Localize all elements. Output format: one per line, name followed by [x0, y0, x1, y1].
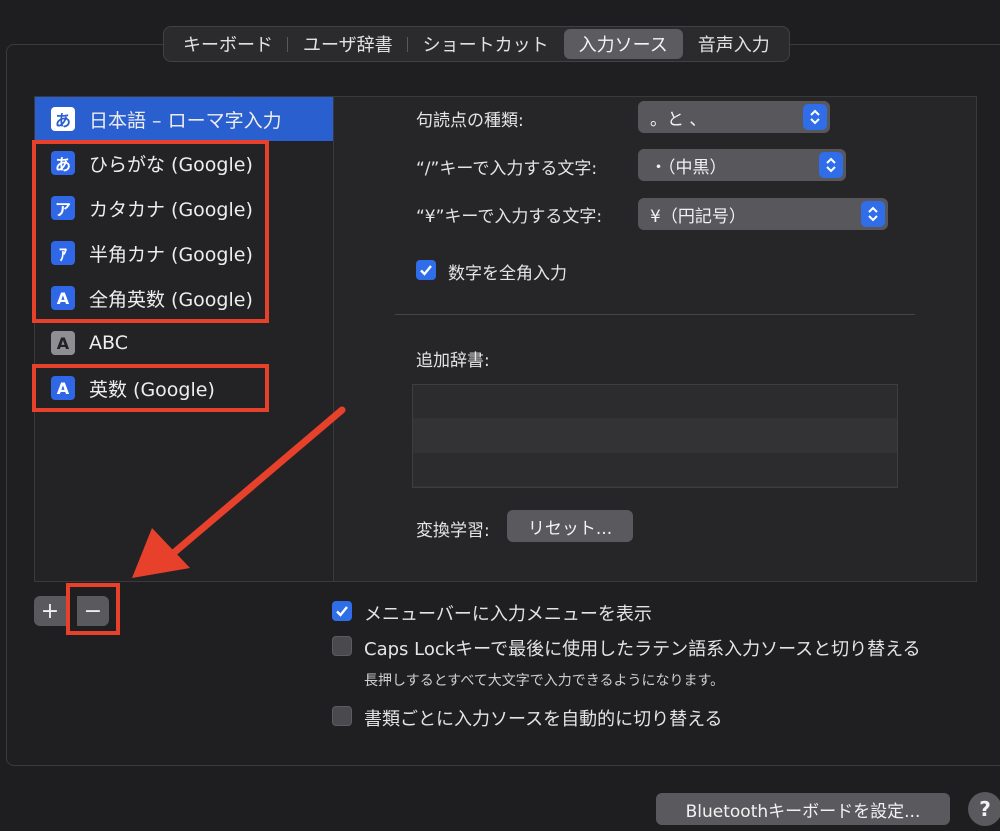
keyboard-preferences-window: キーボード ユーザ辞書 ショートカット 入力ソース 音声入力 あ 日本語 – ロ…: [0, 0, 1000, 831]
annotation-arrow-icon: [132, 406, 346, 578]
